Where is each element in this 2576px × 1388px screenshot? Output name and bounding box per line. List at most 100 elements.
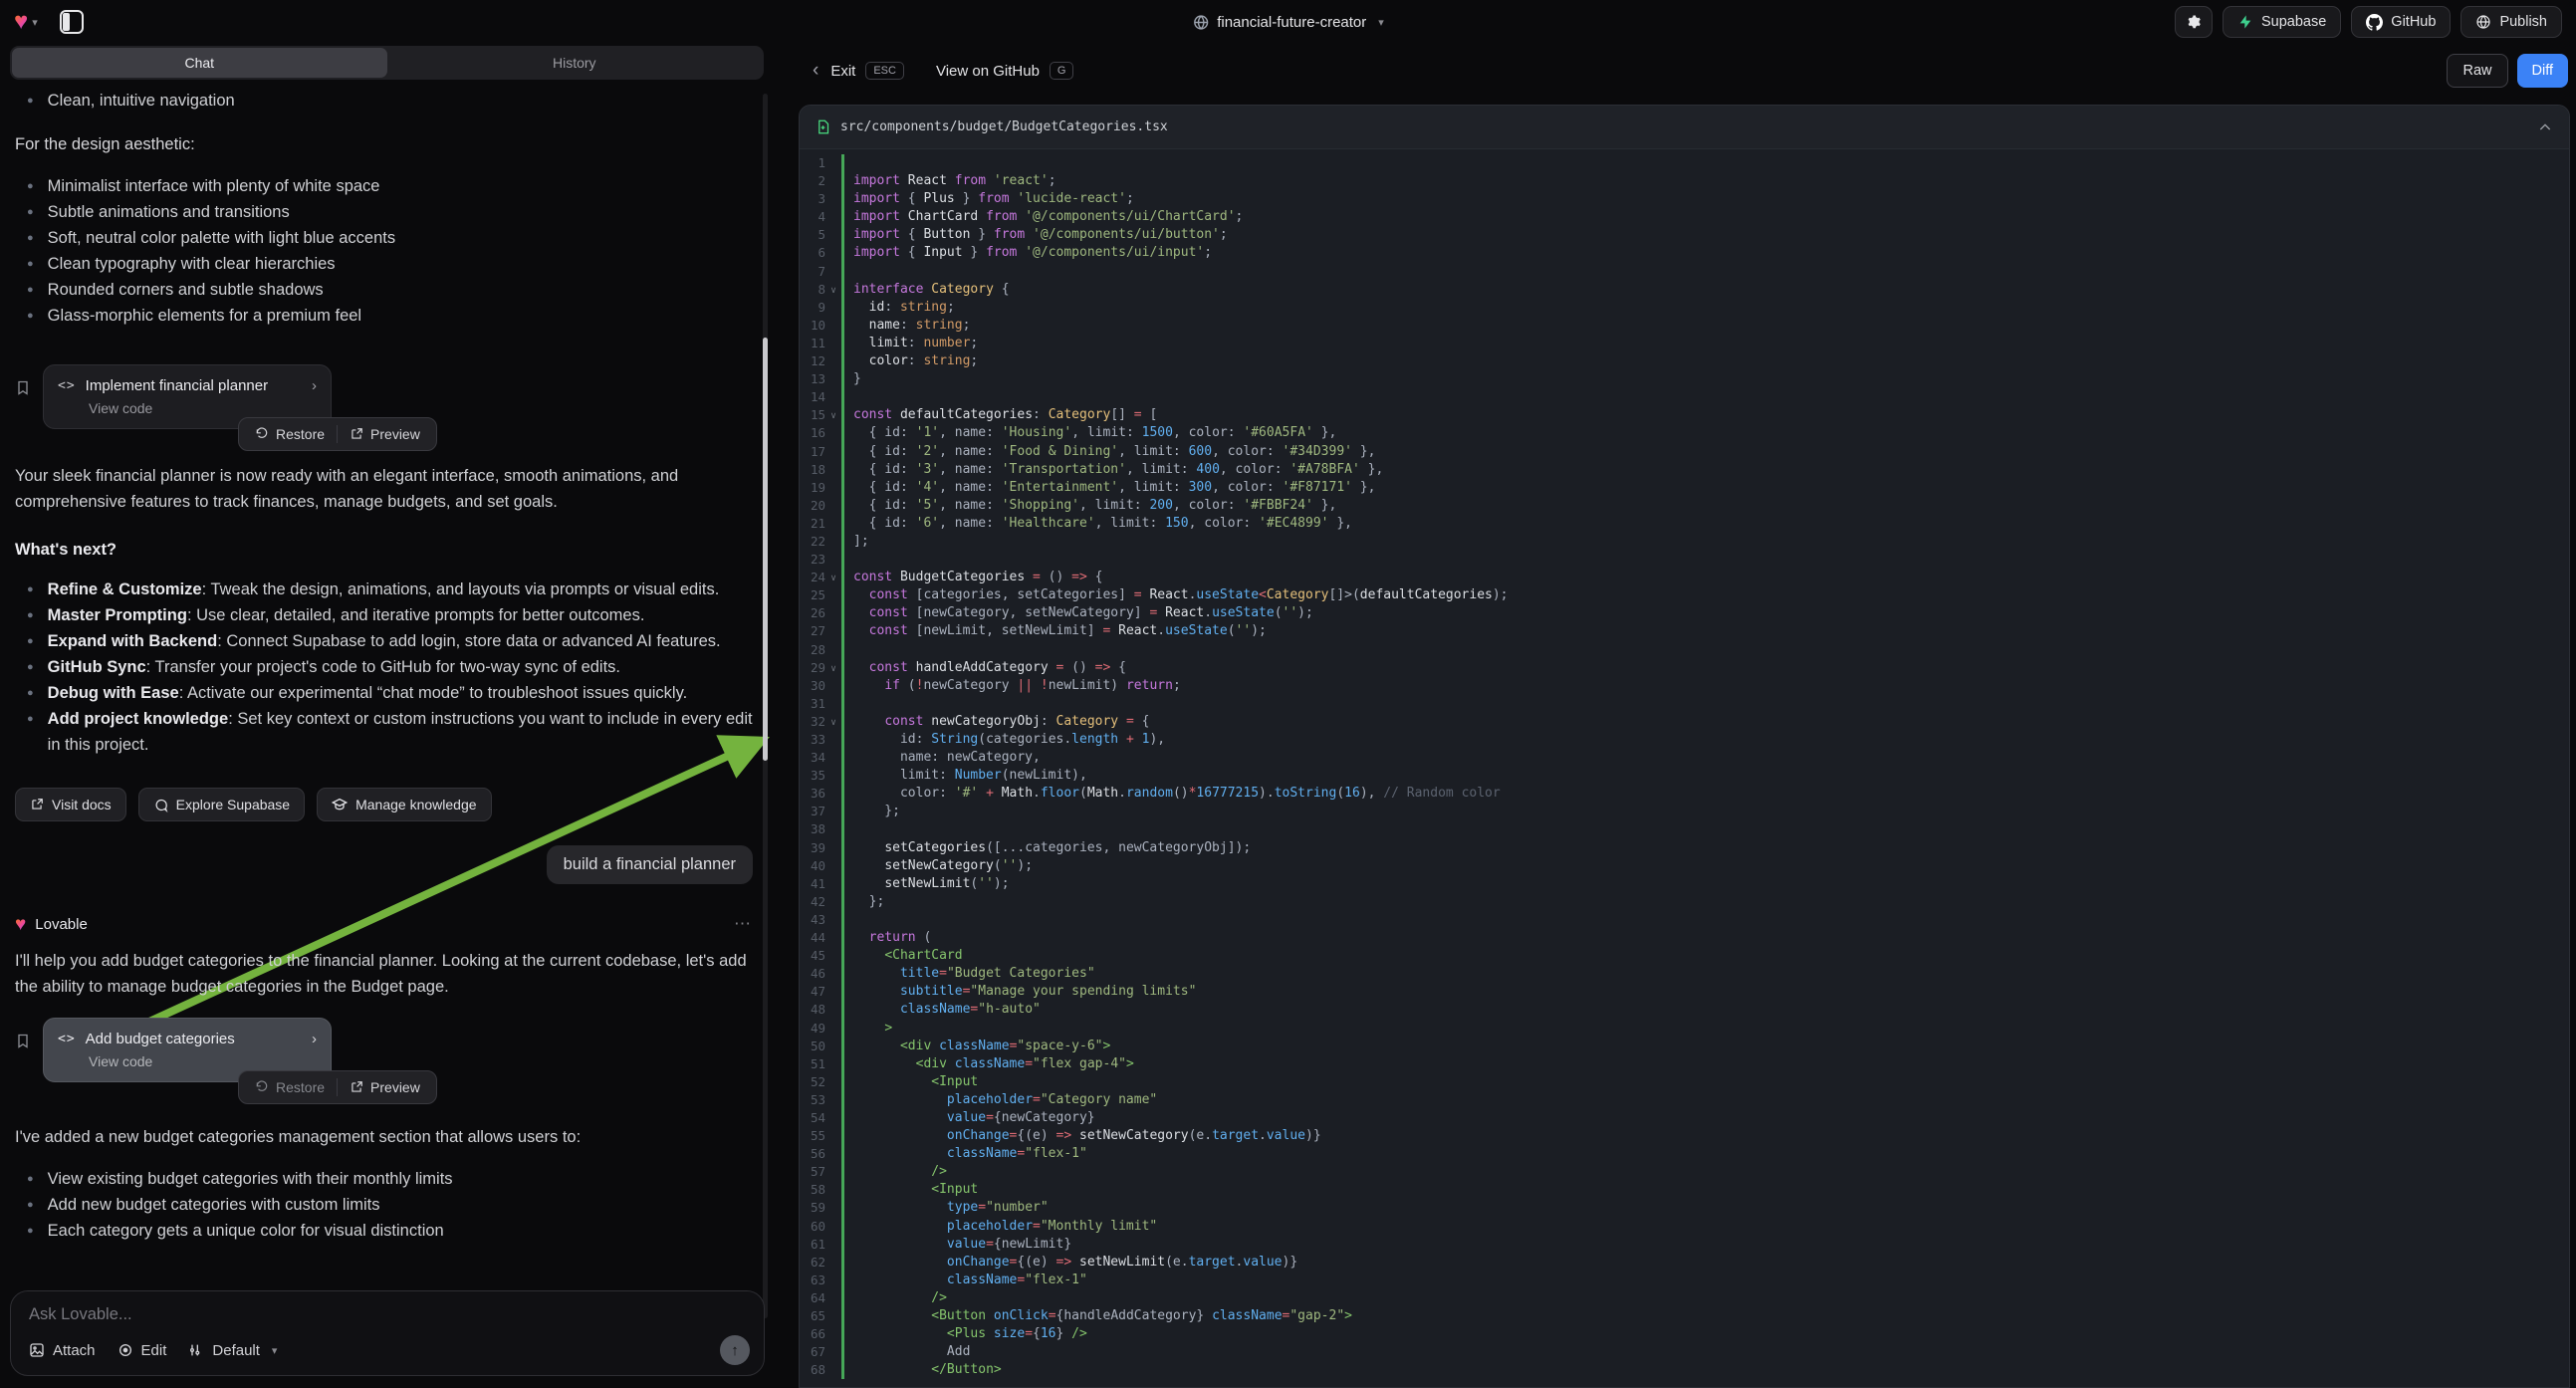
list-item: ●Refine & Customize: Tweak the design, a… xyxy=(15,577,753,602)
publish-button[interactable]: Publish xyxy=(2460,6,2562,38)
list-item: ●Glass-morphic elements for a premium fe… xyxy=(15,303,753,329)
user-message: build a financial planner xyxy=(547,845,753,884)
code-text: const defaultCategories: Category[] = [ xyxy=(841,406,2569,424)
chat-input[interactable]: Ask Lovable... xyxy=(29,1305,746,1324)
fold-spacer xyxy=(825,677,841,695)
code-text: type="number" xyxy=(841,1199,2569,1217)
code-text: { id: '5', name: 'Shopping', limit: 200,… xyxy=(841,497,2569,515)
fold-toggle-icon[interactable]: ∨ xyxy=(825,659,841,677)
file-header[interactable]: src/components/budget/BudgetCategories.t… xyxy=(800,106,2569,149)
view-code-link[interactable]: View code xyxy=(58,400,317,416)
code-text: > xyxy=(841,1020,2569,1038)
code-text: title="Budget Categories" xyxy=(841,965,2569,983)
line-number: 31 xyxy=(800,695,825,713)
line-number: 66 xyxy=(800,1325,825,1343)
line-number: 29 xyxy=(800,659,825,677)
line-number: 53 xyxy=(800,1091,825,1109)
line-number: 7 xyxy=(800,263,825,281)
restore-button[interactable]: Restore xyxy=(243,418,337,450)
design-heading: For the design aesthetic: xyxy=(15,131,753,157)
edit-mode-button[interactable]: Edit xyxy=(117,1342,167,1359)
list-item: ●GitHub Sync: Transfer your project's co… xyxy=(15,654,753,680)
fold-spacer xyxy=(825,1361,841,1379)
github-button[interactable]: GitHub xyxy=(2351,6,2451,38)
attach-label: Attach xyxy=(53,1342,96,1359)
manage-knowledge-button[interactable]: Manage knowledge xyxy=(317,788,491,821)
bullet-dot: ● xyxy=(15,199,34,225)
code-line: 4import ChartCard from '@/components/ui/… xyxy=(800,208,2569,226)
model-selector[interactable]: Default ▾ xyxy=(188,1342,277,1359)
fold-spacer xyxy=(825,208,841,226)
back-chevron-icon[interactable]: ‹ xyxy=(813,60,819,82)
code-icon: <> xyxy=(58,378,76,393)
visit-docs-button[interactable]: Visit docs xyxy=(15,788,126,821)
fold-toggle-icon[interactable]: ∨ xyxy=(825,281,841,299)
bullet-dot: ● xyxy=(15,680,34,706)
lovable-logo-icon[interactable]: ♥ xyxy=(14,10,28,34)
code-line: 26 const [newCategory, setNewCategory] =… xyxy=(800,604,2569,622)
explore-supabase-button[interactable]: Explore Supabase xyxy=(138,788,305,821)
bullet-dot: ● xyxy=(15,654,34,680)
bullet-dot: ● xyxy=(15,1192,34,1218)
fold-toggle-icon[interactable]: ∨ xyxy=(825,713,841,731)
view-code-link[interactable]: View code xyxy=(58,1053,317,1069)
fold-toggle-icon[interactable]: ∨ xyxy=(825,569,841,586)
chat-composer[interactable]: Ask Lovable... Attach Edit Default ▾ ↑ xyxy=(10,1290,765,1376)
chevron-right-icon: › xyxy=(312,377,317,394)
send-button[interactable]: ↑ xyxy=(720,1335,750,1365)
line-number: 61 xyxy=(800,1236,825,1254)
bullet-dot: ● xyxy=(15,602,34,628)
list-item: ● Soft, neutral color palette with light … xyxy=(15,225,753,251)
code-text: id: String(categories.length + 1), xyxy=(841,731,2569,749)
preview-button[interactable]: Preview xyxy=(338,418,432,450)
code-line: 42 }; xyxy=(800,893,2569,911)
raw-button[interactable]: Raw xyxy=(2447,54,2507,88)
exit-button[interactable]: Exit xyxy=(830,63,855,80)
file-path: src/components/budget/BudgetCategories.t… xyxy=(840,119,1168,134)
line-number: 13 xyxy=(800,370,825,388)
restore-button[interactable]: Restore xyxy=(243,1071,337,1103)
list-item-text: Refine & Customize: Tweak the design, an… xyxy=(48,577,720,602)
code-line: 50 <div className="space-y-6"> xyxy=(800,1038,2569,1055)
view-on-github-button[interactable]: View on GitHub xyxy=(936,63,1040,80)
message-menu-button[interactable]: ⋯ xyxy=(734,914,753,934)
fold-toggle-icon[interactable]: ∨ xyxy=(825,406,841,424)
tab-chat[interactable]: Chat xyxy=(12,48,387,78)
tab-history[interactable]: History xyxy=(387,48,763,78)
sidebar-toggle-icon[interactable] xyxy=(60,10,84,34)
chevron-down-icon[interactable]: ▾ xyxy=(32,16,38,29)
code-line: 47 subtitle="Manage your spending limits… xyxy=(800,983,2569,1001)
settings-button[interactable] xyxy=(2175,6,2213,38)
attach-button[interactable]: Attach xyxy=(29,1342,96,1359)
diff-button[interactable]: Diff xyxy=(2517,54,2569,88)
fold-spacer xyxy=(825,785,841,803)
fold-spacer xyxy=(825,388,841,406)
code-line: 39 setCategories([...categories, newCate… xyxy=(800,839,2569,857)
list-item-text: Soft, neutral color palette with light b… xyxy=(48,225,395,251)
bullet-dot: ● xyxy=(15,225,34,251)
line-number: 50 xyxy=(800,1038,825,1055)
line-number: 27 xyxy=(800,622,825,640)
project-switcher[interactable]: financial-future-creator ▾ xyxy=(1192,0,1384,44)
chevron-up-icon[interactable] xyxy=(2537,119,2553,135)
line-number: 44 xyxy=(800,929,825,947)
code-lines: 12import React from 'react';3import { Pl… xyxy=(800,149,2569,1379)
chat-scrollbar-thumb[interactable] xyxy=(763,338,768,761)
line-number: 39 xyxy=(800,839,825,857)
code-line: 32∨ const newCategoryObj: Category = { xyxy=(800,713,2569,731)
preview-button[interactable]: Preview xyxy=(338,1071,432,1103)
code-text: onChange={(e) => setNewCategory(e.target… xyxy=(841,1127,2569,1145)
bookmark-icon[interactable] xyxy=(15,1032,31,1050)
bookmark-icon[interactable] xyxy=(15,378,31,397)
fold-spacer xyxy=(825,893,841,911)
line-number: 47 xyxy=(800,983,825,1001)
message-list: ●Clean, intuitive navigation For the des… xyxy=(0,88,775,1288)
code-line: 51 <div className="flex gap-4"> xyxy=(800,1055,2569,1073)
code-line: 20 { id: '5', name: 'Shopping', limit: 2… xyxy=(800,497,2569,515)
code-text: const BudgetCategories = () => { xyxy=(841,569,2569,586)
fold-spacer xyxy=(825,533,841,551)
supabase-button[interactable]: Supabase xyxy=(2223,6,2341,38)
line-number: 14 xyxy=(800,388,825,406)
fold-spacer xyxy=(825,604,841,622)
fold-spacer xyxy=(825,803,841,820)
